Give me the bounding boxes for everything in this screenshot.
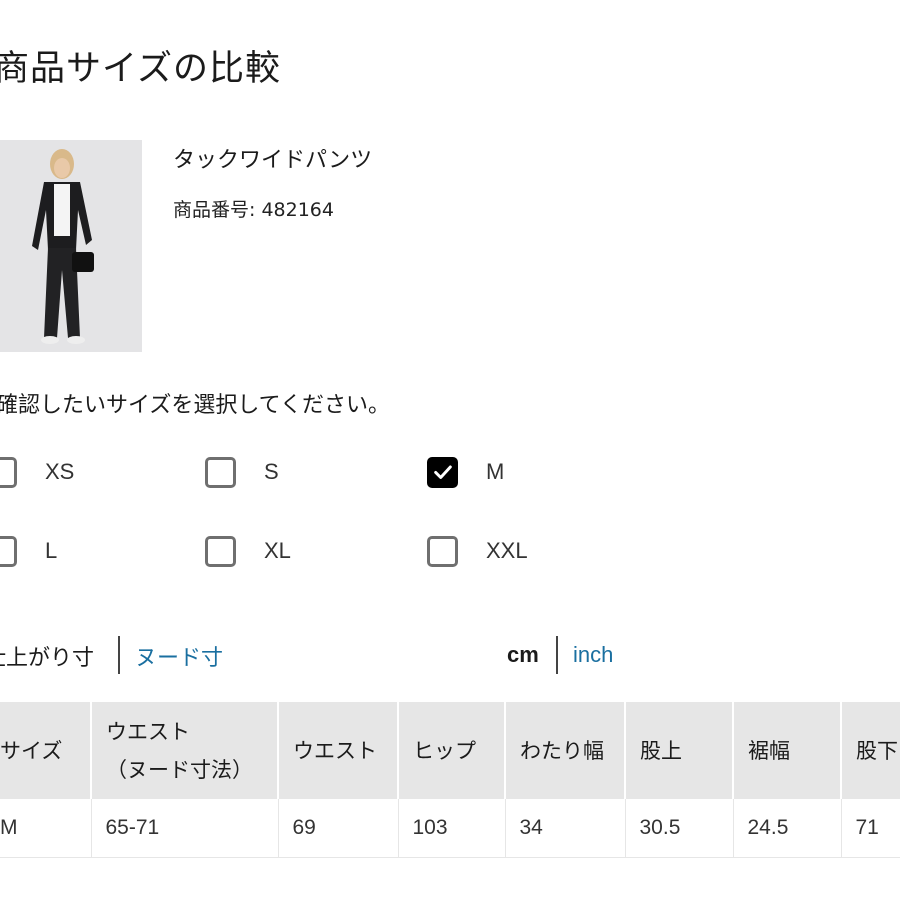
size-option-xl[interactable]: XL — [205, 531, 291, 571]
size-option-l[interactable]: L — [0, 531, 57, 571]
checkbox[interactable] — [427, 535, 458, 567]
column-header: ウエスト — [278, 702, 399, 799]
unit-cm[interactable]: cm — [507, 642, 539, 668]
header-line: ウエスト — [106, 719, 190, 744]
page-title: 商品サイズの比較 — [0, 49, 281, 89]
table-cell: 30.5 — [625, 799, 734, 858]
table-header-row: サイズ ウエスト （ヌード寸法） ウエスト ヒップ わたり幅 股上 裾幅 股下 — [0, 702, 900, 799]
size-option-xs[interactable]: XS — [0, 452, 74, 492]
column-header: ヒップ — [398, 702, 506, 799]
product-name: タックワイドパンツ — [173, 148, 373, 173]
size-label: XL — [264, 538, 291, 563]
divider — [118, 636, 120, 674]
table-cell: 65-71 — [91, 799, 279, 858]
table-cell: 69 — [278, 799, 399, 858]
divider — [556, 636, 558, 674]
table-cell: 34 — [505, 799, 626, 858]
size-label: XS — [45, 459, 75, 484]
checkbox[interactable] — [0, 535, 17, 567]
column-header: わたり幅 — [505, 702, 626, 799]
size-label: S — [264, 459, 279, 484]
unit-inch[interactable]: inch — [573, 642, 613, 668]
product-image — [0, 140, 142, 352]
checkbox-checked[interactable] — [427, 456, 458, 488]
column-header: 股下 — [841, 702, 900, 799]
column-header: 裾幅 — [733, 702, 842, 799]
size-option-xxl[interactable]: XXL — [427, 531, 528, 571]
checkmark-icon — [433, 465, 452, 479]
tab-nude-size[interactable]: ヌード寸 — [135, 640, 223, 672]
size-option-s[interactable]: S — [205, 452, 279, 492]
size-option-m[interactable]: M — [427, 452, 504, 492]
size-table: サイズ ウエスト （ヌード寸法） ウエスト ヒップ わたり幅 股上 裾幅 股下 M… — [0, 702, 900, 858]
column-header: ウエスト （ヌード寸法） — [91, 702, 279, 799]
table-cell: 103 — [398, 799, 506, 858]
size-label: M — [486, 459, 505, 484]
size-label: L — [45, 538, 58, 563]
table-cell: 71 — [841, 799, 900, 858]
table-cell: 24.5 — [733, 799, 842, 858]
checkbox[interactable] — [205, 535, 236, 567]
column-header: 股上 — [625, 702, 734, 799]
product-number: 商品番号: 482164 — [173, 199, 334, 221]
checkbox[interactable] — [205, 456, 236, 488]
size-select-prompt: 確認したいサイズを選択してください。 — [0, 393, 391, 418]
header-line: （ヌード寸法） — [106, 757, 253, 782]
tab-finished-size[interactable]: 仕上がり寸 — [0, 640, 94, 672]
checkbox[interactable] — [0, 456, 17, 488]
column-header: サイズ — [0, 702, 92, 799]
table-cell: M — [0, 799, 92, 858]
size-label: XXL — [486, 538, 528, 563]
table-row: M 65-71 69 103 34 30.5 24.5 71 — [0, 799, 900, 858]
